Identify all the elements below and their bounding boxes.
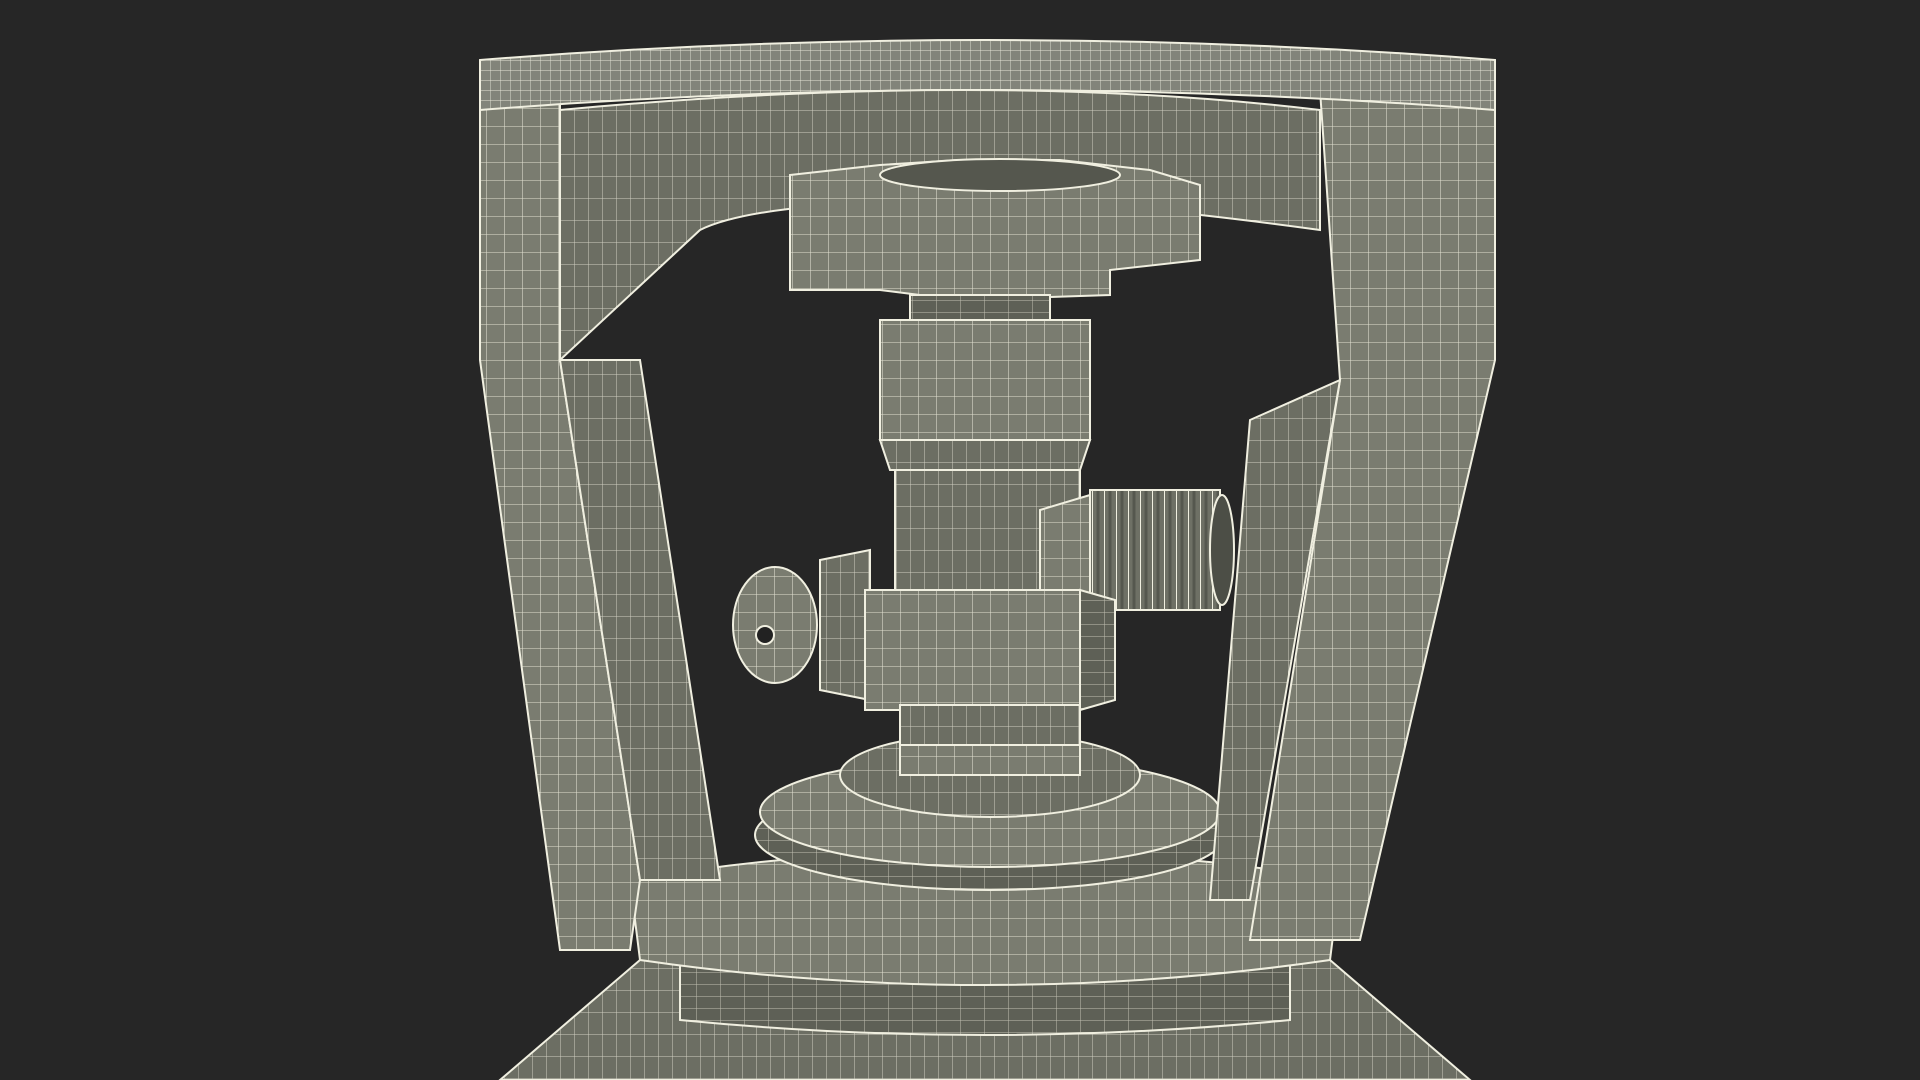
render-viewport xyxy=(0,0,1920,1080)
valve-lower-stem xyxy=(899,704,1081,746)
valve-bonnet xyxy=(878,319,1092,471)
wireframe-render xyxy=(479,39,1496,1080)
valve-block xyxy=(864,588,1116,712)
valve-safety-relief xyxy=(732,548,871,702)
valve-handwheel xyxy=(789,158,1201,302)
